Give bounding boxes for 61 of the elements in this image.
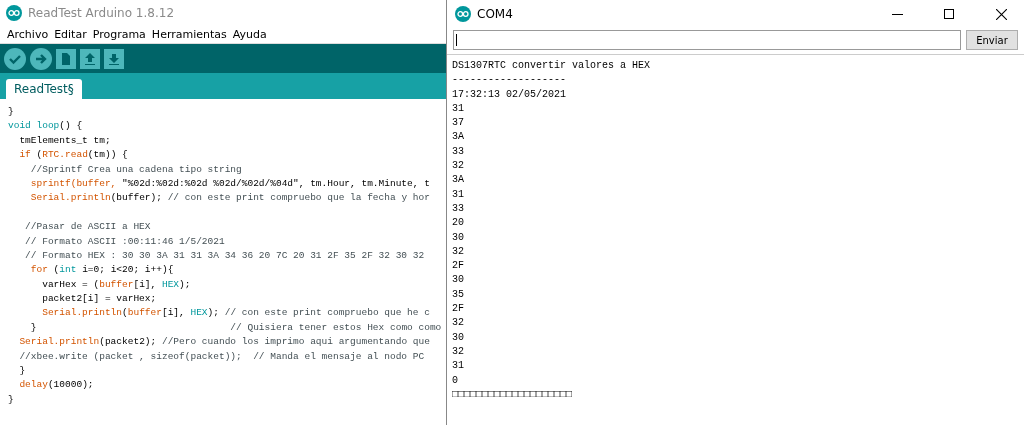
code-line: packet2[i] = varHex; [41,292,158,307]
code-line: void loop() { [8,119,84,134]
file-tab[interactable]: ReadTest§ [6,79,82,99]
menu-item[interactable]: Herramientas [148,28,230,41]
output-line: 37 [452,116,465,131]
code-line: tmElements_t tm; [18,133,112,148]
input-field[interactable] [453,30,961,50]
output-line: 3A [452,130,465,145]
code-line: //Sprintf Crea una cadena tipo string [29,162,243,177]
output-line: 31 [452,101,465,116]
output-line: 35 [452,287,465,302]
menu-item[interactable]: Archivo [4,28,52,41]
output-line: 30 [452,230,465,245]
code-line: // Formato ASCII :00:11:46 1/5/2021 [24,234,226,249]
output-line: 2F [452,259,465,274]
save-button[interactable] [104,48,124,69]
output-line: 30 [452,330,465,345]
window-title: COM4 [477,7,513,21]
output-line: 30 [452,273,465,288]
send-button[interactable]: Enviar [966,30,1018,50]
output-line: 31 [452,187,465,202]
output-line: 2F [452,302,465,317]
menu-item[interactable]: Ayuda [229,28,270,41]
code-line: varHex = (buffer[i], HEX); [41,277,192,292]
window-title: ReadTest Arduino 1.8.12 [28,6,174,20]
code-line: } [8,105,15,119]
output-line: □□□□□□□□□□□□□□□□□□□□ [452,387,574,402]
code-line: sprintf(buffer, "%02d:%02d:%02d %02d/%02d/%04d", tm.Hour, tm.Minute, t [29,176,431,191]
arduino-logo-icon [6,5,22,21]
code-line: Serial.println(buffer); // con este print compruebo que la fecha y hor [29,191,431,206]
upload-button[interactable] [30,47,52,70]
code-line: Serial.println(buffer[i], HEX); // con este print compruebo que he c [41,306,431,321]
code-line: for (int i=0; i<20; i++){ [29,263,175,278]
output-line: 0 [452,373,459,388]
output-line: 33 [452,201,465,216]
new-file-button[interactable] [56,48,76,69]
output-line: 32 [452,344,465,359]
verify-button[interactable] [4,47,26,70]
open-button[interactable] [80,48,100,69]
code-line: } [18,364,27,379]
menu-item[interactable]: Programa [89,28,149,41]
code-line: delay(10000); [18,378,95,393]
menu-item[interactable]: Editar [51,28,90,41]
output-line: 3A [452,173,465,188]
output-line: 17:32:13 02/05/2021 [452,87,568,102]
output-line: 32 [452,159,465,174]
output-line: 32 [452,244,465,259]
code-line: Serial.println(packet2); //Pero cuando los imprimo aqui argumentando que [18,335,431,350]
code-line: } [8,392,15,407]
output-line: 32 [452,316,465,331]
code-line: //xbee.write (packet , sizeof(packet)); // Manda el mensaje al nodo PC [18,349,426,364]
output-line: DS1307RTC convertir valores a HEX [452,59,652,73]
code-line: if (RTC.read(tm)) { [18,148,129,163]
output-line: 20 [452,216,465,231]
output-line: 31 [452,359,465,374]
code-line: } // Quisiera tener estos Hex como como [29,320,443,335]
code-line: // Formato HEX : 30 30 3A 31 31 3A 34 36 20 7C 20 31 2F 35 2F 32 30 32 [24,248,426,263]
output-line: 33 [452,144,465,159]
arduino-logo-icon [455,6,471,22]
output-line: ------------------- [452,73,568,88]
code-line: //Pasar de ASCII a HEX [24,220,152,235]
